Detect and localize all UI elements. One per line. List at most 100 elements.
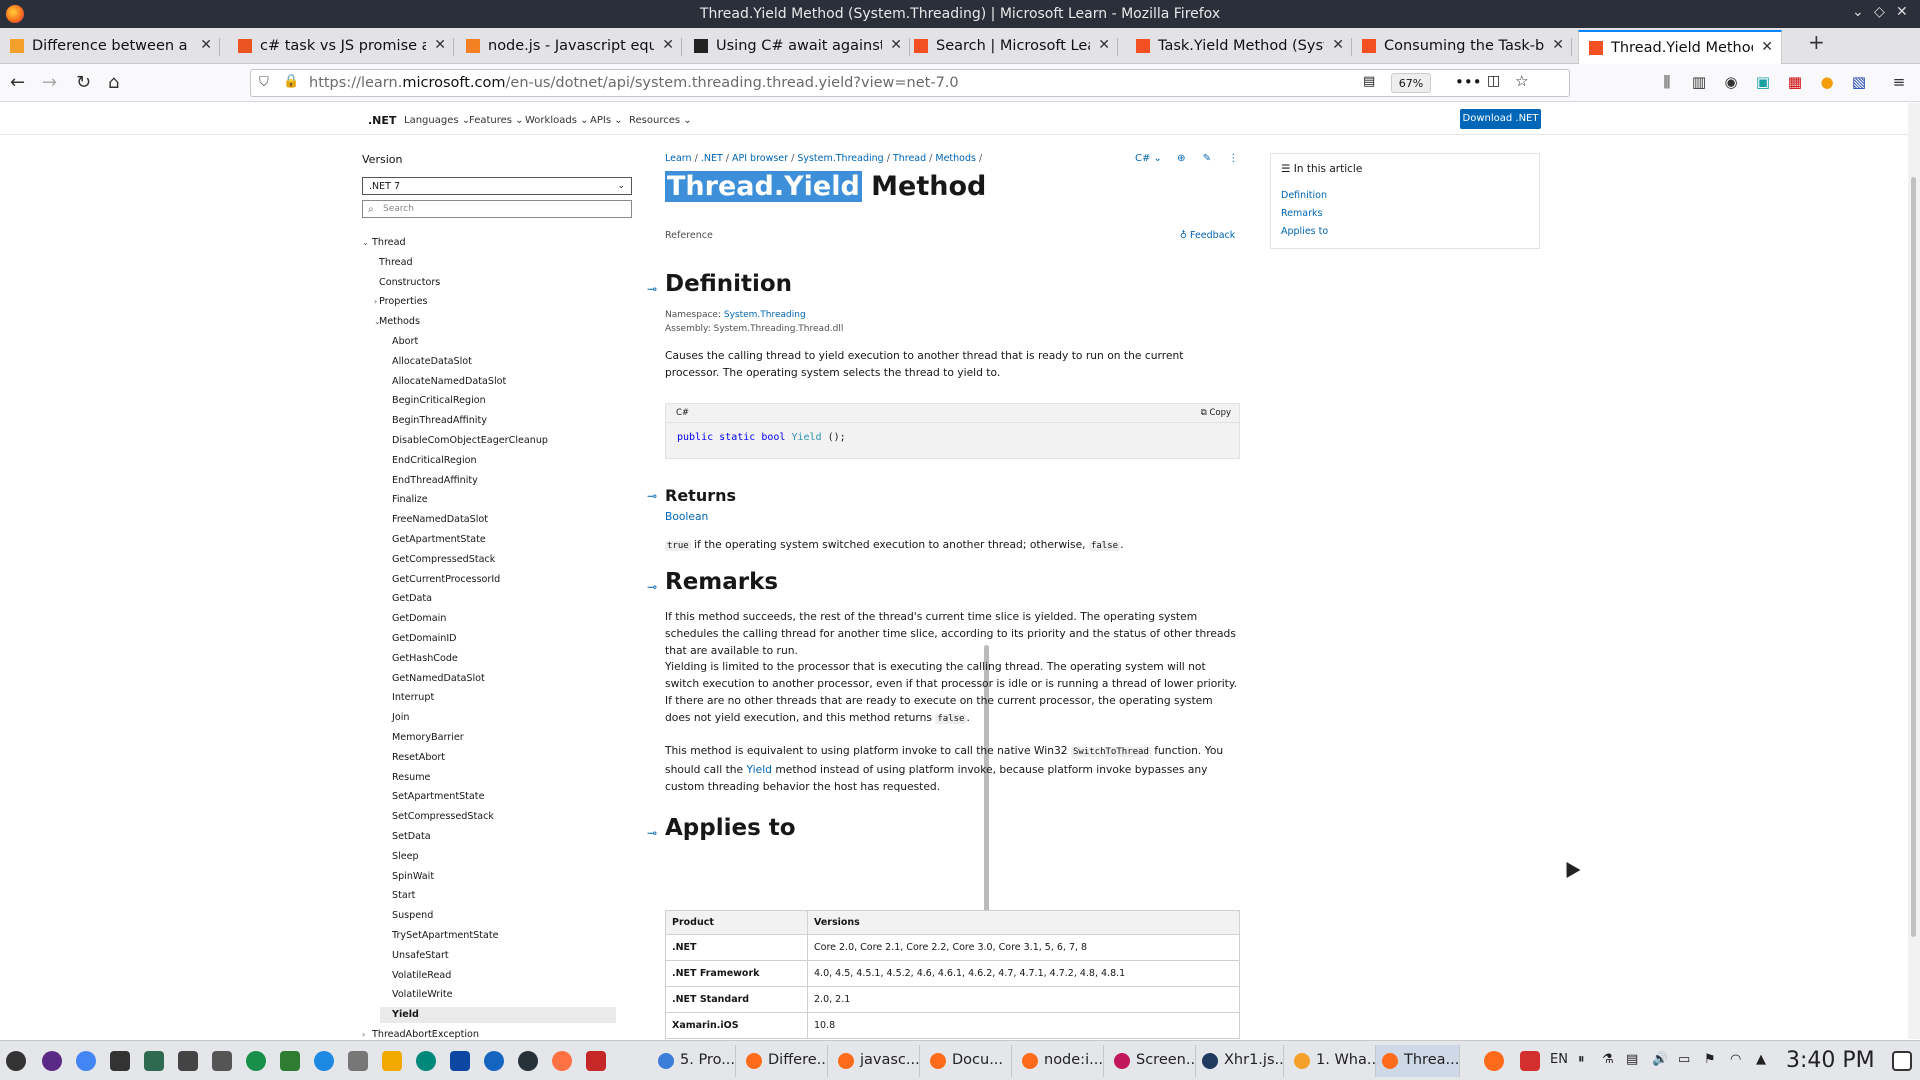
taskbar-window[interactable]: Screen... (1108, 1045, 1196, 1077)
chevron-right-icon[interactable]: › (374, 297, 377, 306)
toc-item[interactable]: VolatileWrite (380, 987, 453, 1003)
calculator-icon[interactable] (212, 1051, 232, 1071)
library-icon[interactable]: ⫼ (1658, 73, 1676, 91)
close-tab-icon[interactable]: ✕ (890, 37, 902, 53)
toc-item[interactable]: AllocateDataSlot (380, 354, 472, 370)
taskbar-window[interactable]: Differe... (740, 1045, 828, 1077)
close-tab-icon[interactable]: ✕ (434, 37, 446, 53)
close-tab-icon[interactable]: ✕ (1332, 37, 1344, 53)
language-selector[interactable]: C# ⌄ (1135, 153, 1162, 164)
toc-item[interactable]: SetData (380, 829, 431, 845)
toc-item[interactable]: DisableComObjectEagerCleanup (380, 433, 548, 449)
tray-expand-icon[interactable]: ▲ (1756, 1052, 1766, 1067)
nav-languages[interactable]: Languages ⌄ (404, 115, 470, 126)
lock-icon[interactable]: 🔒 (283, 74, 299, 89)
toc-item[interactable]: GetDomain (380, 611, 446, 627)
taskbar-window[interactable]: node:i... (1016, 1045, 1104, 1077)
namespace-link[interactable]: System.Threading (724, 310, 806, 320)
url-bar[interactable]: ⛉ 🔒 https://learn.microsoft.com/en-us/do… (250, 69, 1570, 97)
toc-item[interactable]: MemoryBarrier (380, 730, 464, 746)
article-link-definition[interactable]: Definition (1281, 190, 1327, 201)
nav-resources[interactable]: Resources ⌄ (629, 115, 692, 126)
toc-item[interactable]: Abort (380, 334, 418, 350)
app-green-icon[interactable] (246, 1051, 266, 1071)
headphones-icon[interactable] (518, 1051, 538, 1071)
flask-icon[interactable]: ⚗ (1602, 1052, 1614, 1067)
new-tab-button[interactable]: + (1808, 30, 1825, 54)
anchor-link-icon[interactable]: ⊸ (647, 282, 657, 296)
close-tab-icon[interactable]: ✕ (1761, 39, 1773, 55)
site-brand[interactable]: .NET (368, 114, 396, 127)
toc-item[interactable]: ThreadAbortException (372, 1027, 479, 1039)
toc-item[interactable]: Thread (372, 235, 406, 251)
toc-item[interactable]: GetApartmentState (380, 532, 486, 548)
start-menu-icon[interactable] (6, 1051, 26, 1071)
reader-view-icon[interactable]: ▤ (1363, 74, 1375, 89)
blender-icon[interactable] (552, 1051, 572, 1071)
breadcrumb-link[interactable]: .NET (701, 153, 723, 164)
close-tab-icon[interactable]: ✕ (1098, 37, 1110, 53)
toc-search-input[interactable]: ⌕ Search (362, 200, 632, 218)
toc-item[interactable]: Thread (379, 255, 413, 271)
breadcrumb-link[interactable]: API browser (732, 153, 788, 164)
pocket-icon[interactable]: ◫ (1487, 73, 1500, 89)
monitor-icon[interactable] (178, 1051, 198, 1071)
tab[interactable]: Task.Yield Method (System. ✕ (1126, 30, 1352, 62)
toc-item[interactable]: Resume (380, 770, 430, 786)
toc-item[interactable]: EndThreadAffinity (380, 473, 478, 489)
copy-button[interactable]: ⧉ Copy (1201, 404, 1231, 423)
toc-item[interactable]: Methods (379, 314, 420, 330)
tab[interactable]: Using C# await against JS Pr ✕ (684, 30, 910, 62)
flag-icon[interactable]: ⚑ (1704, 1052, 1716, 1067)
download-dotnet-button[interactable]: Download .NET (1460, 109, 1541, 129)
app-red-icon[interactable] (586, 1051, 606, 1071)
more-options-icon[interactable]: ⋮ (1228, 153, 1238, 164)
chrome-icon[interactable] (76, 1051, 96, 1071)
extension-orange-icon[interactable]: ● (1818, 73, 1836, 91)
url-text[interactable]: https://learn.microsoft.com/en-us/dotnet… (309, 75, 959, 91)
breadcrumb-link[interactable]: Learn (665, 153, 692, 164)
focus-mode-icon[interactable]: ⊕ (1177, 153, 1185, 164)
extension-new-icon[interactable]: ▦ (1786, 73, 1804, 91)
taskbar-window[interactable]: Threa... (1376, 1045, 1460, 1077)
nav-apis[interactable]: APIs ⌄ (590, 115, 623, 126)
maximize-icon[interactable]: ◇ (1874, 4, 1885, 20)
taskbar-window[interactable]: 1. Wha... (1288, 1045, 1376, 1077)
show-desktop-icon[interactable] (1892, 1051, 1912, 1071)
toc-item[interactable]: ResetAbort (380, 750, 445, 766)
reload-icon[interactable]: ↻ (76, 72, 91, 93)
account-icon[interactable]: ◉ (1722, 73, 1740, 91)
tab[interactable]: c# task vs JS promise at Dev ✕ (228, 30, 454, 62)
terminal-icon[interactable] (110, 1051, 130, 1071)
anchor-link-icon[interactable]: ⊸ (647, 489, 657, 503)
spreadsheet-icon[interactable] (280, 1051, 300, 1071)
volume-icon[interactable]: 🔊 (1652, 1052, 1668, 1067)
nav-features[interactable]: Features ⌄ (469, 115, 524, 126)
app-icon[interactable] (144, 1051, 164, 1071)
taskbar-window[interactable]: javasc... (832, 1045, 920, 1077)
tab[interactable]: Thread.Yield Method (Syste ✕ (1578, 30, 1782, 64)
page-scrollbar-thumb[interactable] (1911, 177, 1916, 937)
home-icon[interactable]: ⌂ (108, 72, 119, 93)
toc-item[interactable]: Sleep (380, 849, 419, 865)
toc-item[interactable]: Yield (380, 1007, 616, 1024)
chevron-down-icon[interactable]: ⌄ (362, 238, 369, 247)
toc-item[interactable]: Properties (379, 294, 427, 310)
page-scrollbar[interactable] (1908, 103, 1920, 1039)
toc-item[interactable]: BeginThreadAffinity (380, 413, 487, 429)
toc-item[interactable]: GetNamedDataSlot (380, 671, 485, 687)
toc-item[interactable]: AllocateNamedDataSlot (380, 374, 506, 390)
toc-item[interactable]: TrySetApartmentState (380, 928, 499, 944)
taskbar-window[interactable]: 5. Pro... (652, 1045, 736, 1077)
feedback-link[interactable]: ♁ Feedback (1180, 230, 1235, 241)
close-tab-icon[interactable]: ✕ (1552, 37, 1564, 53)
close-tab-icon[interactable]: ✕ (662, 37, 674, 53)
keyboard-language[interactable]: EN (1550, 1052, 1568, 1067)
toc-item[interactable]: Interrupt (380, 690, 434, 706)
app-grey-icon[interactable] (348, 1051, 368, 1071)
extension-save-icon[interactable]: ▣ (1754, 73, 1772, 91)
toc-item[interactable]: SetCompressedStack (380, 809, 494, 825)
minimize-icon[interactable]: ⌄ (1852, 4, 1864, 20)
toc-item[interactable]: SetApartmentState (380, 789, 484, 805)
tray-app-icon[interactable] (1520, 1051, 1540, 1071)
